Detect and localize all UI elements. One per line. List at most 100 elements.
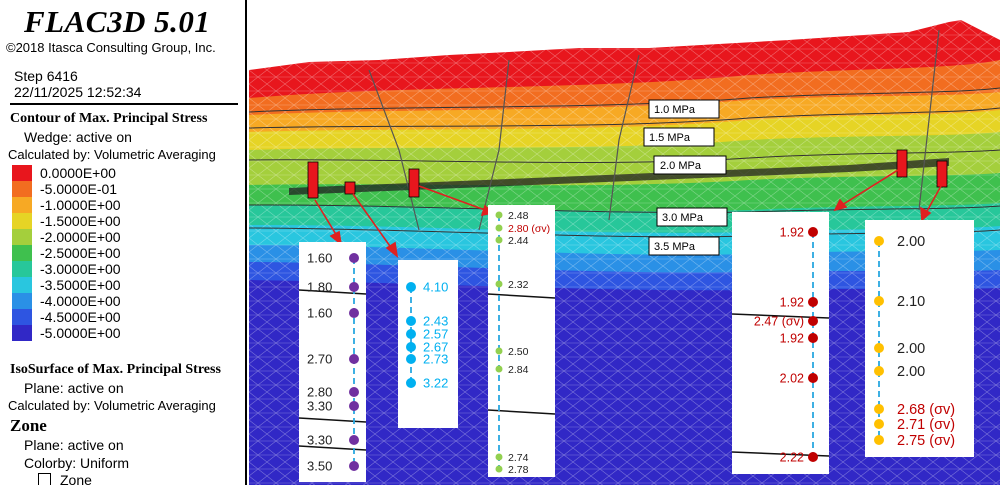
sample-value: 4.10 xyxy=(423,280,448,295)
sample-value: 2.75 (σv) xyxy=(897,433,955,449)
legend-swatch-label: -1.0000E+00 xyxy=(40,197,121,213)
sample-point xyxy=(495,465,503,473)
sample-point xyxy=(406,354,416,364)
sample-point xyxy=(349,401,359,411)
legend-swatch xyxy=(12,245,32,261)
legend-swatch-label: -5.0000E+00 xyxy=(40,325,121,341)
sample-point xyxy=(406,378,416,388)
sample-point xyxy=(495,453,503,461)
sample-value: 2.78 xyxy=(508,464,529,476)
sample-point xyxy=(874,343,884,353)
zone-colorby: Colorby: Uniform xyxy=(24,455,130,471)
legend-swatch-label: -2.0000E+00 xyxy=(40,229,121,245)
sample-value: 2.47 (σv) xyxy=(754,315,804,329)
sample-value: 1.92 xyxy=(780,332,804,346)
sample-point xyxy=(406,329,416,339)
sample-value: 2.68 (σv) xyxy=(897,402,955,418)
sample-point xyxy=(349,308,359,318)
sample-point xyxy=(874,435,884,445)
legend-swatch-label: -3.5000E+00 xyxy=(40,277,121,293)
sample-point xyxy=(349,354,359,364)
contour-wedge: Wedge: active on xyxy=(24,129,132,145)
zone-title: Zone xyxy=(10,416,47,435)
contour-label-3-5: 3.5 MPa xyxy=(654,241,696,253)
sample-point xyxy=(808,227,818,237)
contour-title: Contour of Max. Principal Stress xyxy=(10,111,208,126)
datetime-label: 22/11/2025 12:52:34 xyxy=(14,84,142,100)
legend-swatch-label: -2.5000E+00 xyxy=(40,245,121,261)
legend-swatch xyxy=(12,181,32,197)
sample-value: 2.00 xyxy=(897,364,925,380)
sample-value: 1.60 xyxy=(307,306,332,321)
sample-point xyxy=(808,452,818,462)
borehole-panel: 2.00 2.10 2.00 2.00 2.68 (σv)2.71 (σv)2.75 (… xyxy=(865,220,974,457)
sample-value: 2.84 xyxy=(508,364,529,376)
sample-point xyxy=(349,435,359,445)
legend-swatch-label: 0.0000E+00 xyxy=(40,165,116,181)
sample-point xyxy=(874,366,884,376)
sample-point xyxy=(874,296,884,306)
legend-swatch xyxy=(12,229,32,245)
legend-panel: FLAC3D 5.01 ©2018 Itasca Consulting Grou… xyxy=(0,0,247,485)
legend-swatch xyxy=(12,277,32,293)
sample-point xyxy=(495,280,503,288)
legend-swatch-label: -1.5000E+00 xyxy=(40,213,121,229)
sample-value: 2.00 xyxy=(897,341,925,357)
contour-label-3-0: 3.0 MPa xyxy=(662,212,704,224)
sample-value: 2.71 (σv) xyxy=(897,417,955,433)
sample-value: 2.00 xyxy=(897,234,925,250)
borehole-marker xyxy=(307,161,319,199)
sample-value: 2.44 xyxy=(508,235,529,247)
sample-value: 2.22 xyxy=(780,451,804,465)
sample-point xyxy=(495,347,503,355)
contour-label-2-0: 2.0 MPa xyxy=(660,160,702,172)
sample-point xyxy=(874,419,884,429)
model-viewport[interactable]: 1.0 MPa 1.5 MPa 2.0 MPa 3.0 MPa 3.5 MPa xyxy=(249,0,1000,485)
legend-swatch-label: -3.0000E+00 xyxy=(40,261,121,277)
contour-label-1-0: 1.0 MPa xyxy=(654,104,696,116)
legend-swatch-label: -4.5000E+00 xyxy=(40,309,121,325)
borehole-marker xyxy=(408,168,420,198)
legend-swatch-label: -5.0000E-01 xyxy=(40,181,118,197)
app-title: FLAC3D 5.01 xyxy=(24,4,211,39)
legend-swatch xyxy=(12,165,32,181)
contour-label-1-5: 1.5 MPa xyxy=(649,132,691,144)
legend-swatch xyxy=(12,197,32,213)
isosurface-calc: Calculated by: Volumetric Averaging xyxy=(8,398,216,413)
sample-value: 3.30 xyxy=(307,399,332,414)
sample-point xyxy=(349,461,359,471)
sample-point xyxy=(495,224,503,232)
zone-plane: Plane: active on xyxy=(24,437,124,453)
sample-point xyxy=(406,282,416,292)
sample-value: 2.74 xyxy=(508,452,529,464)
sample-value: 2.80 xyxy=(307,385,332,400)
sample-value: 2.32 xyxy=(508,279,529,291)
sample-value: 2.70 xyxy=(307,352,332,367)
zone-checkbox[interactable] xyxy=(38,473,51,485)
sample-point xyxy=(874,404,884,414)
sample-point xyxy=(349,253,359,263)
borehole-panel: 1.92 1.92 2.47 (σv) 1.92 2.02 2.22 xyxy=(731,212,830,474)
sample-point xyxy=(406,316,416,326)
sample-point xyxy=(495,365,503,373)
sample-value: 2.10 xyxy=(897,294,925,310)
isosurface-plane: Plane: active on xyxy=(24,380,124,396)
sample-value: 2.48 xyxy=(508,210,529,222)
sample-point xyxy=(349,282,359,292)
contour-calc: Calculated by: Volumetric Averaging xyxy=(8,147,216,162)
borehole-marker xyxy=(344,181,356,195)
sample-value: 1.92 xyxy=(780,296,804,310)
sample-point xyxy=(808,373,818,383)
sample-value: 2.73 xyxy=(423,352,448,367)
sample-value: 1.80 xyxy=(307,280,332,295)
zone-item-label: Zone xyxy=(60,472,92,485)
borehole-marker xyxy=(896,149,908,178)
sample-point xyxy=(808,316,818,326)
legend-swatch xyxy=(12,325,32,341)
sample-point xyxy=(495,236,503,244)
sample-point xyxy=(406,342,416,352)
borehole-panel: 1.601.801.602.702.803.303.303.50 xyxy=(298,242,367,482)
sample-value: 2.50 xyxy=(508,346,529,358)
divider xyxy=(10,103,238,105)
sample-point xyxy=(349,387,359,397)
